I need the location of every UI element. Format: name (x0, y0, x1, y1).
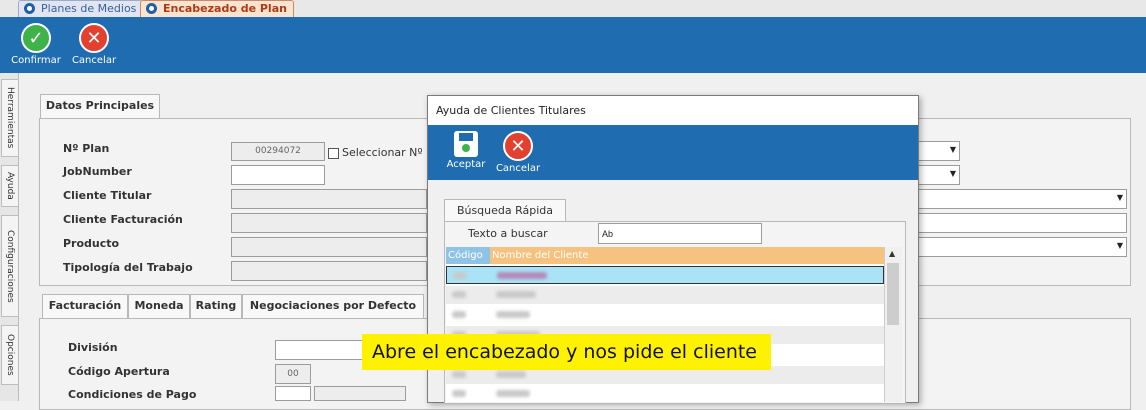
cliente-titular-label: Cliente Titular (63, 189, 152, 202)
producto-field[interactable] (231, 237, 427, 257)
cliente-facturacion-field[interactable] (231, 213, 427, 233)
redacted-code (452, 311, 466, 318)
cliente-titular-dropdown[interactable]: ▼ (916, 189, 1127, 209)
tab-moneda[interactable]: Moneda (128, 294, 190, 319)
dialog-title: Ayuda de Clientes Titulares (428, 96, 918, 125)
checkbox-box (328, 147, 339, 159)
jobnumber-label: JobNumber (63, 165, 132, 178)
close-icon: ✕ (79, 23, 109, 53)
cliente-titular-field[interactable] (231, 189, 427, 209)
side-tab-configuraciones[interactable]: Configuraciones (1, 215, 19, 317)
table-row[interactable] (446, 306, 884, 324)
producto-label: Producto (63, 237, 120, 250)
tab-planes-de-medios[interactable]: Planes de Medios (18, 0, 144, 17)
tab-rating[interactable]: Rating (190, 294, 242, 319)
dropdown-2[interactable]: ▼ (916, 165, 960, 185)
side-tab-opciones[interactable]: Opciones (1, 325, 19, 385)
side-tab-herramientas[interactable]: Herramientas (1, 79, 19, 157)
clients-grid: Código Nombre del Cliente (446, 247, 884, 402)
redacted-code (452, 390, 466, 397)
table-row[interactable] (446, 386, 884, 402)
dialog-toolbar: Aceptar ✕ Cancelar (428, 125, 918, 180)
accept-label: Aceptar (446, 159, 486, 170)
accept-button[interactable]: Aceptar (444, 131, 488, 170)
chevron-down-icon: ▼ (949, 169, 956, 178)
cancel-button[interactable]: ✕ Cancelar (70, 23, 118, 66)
tab-facturacion[interactable]: Facturación (42, 294, 128, 319)
chevron-down-icon: ▼ (1116, 241, 1123, 250)
tipologia-label: Tipología del Trabajo (63, 261, 193, 274)
codigo-apertura-field[interactable]: 00 (275, 364, 311, 384)
grid-scrollbar[interactable]: ▲ (884, 247, 902, 402)
chevron-down-icon: ▼ (949, 145, 956, 154)
dropdown-1[interactable]: ▼ (916, 141, 960, 161)
tab-label: Encabezado de Plan (163, 2, 287, 15)
search-input[interactable] (598, 223, 762, 244)
dialog-cancel-label: Cancelar (495, 163, 541, 174)
cliente-facturacion-label: Cliente Facturación (63, 213, 183, 226)
main-toolbar: ✓ Confirmar ✕ Cancelar (0, 17, 1146, 73)
check-icon: ✓ (21, 23, 51, 53)
side-tab-strip: Herramientas Ayuda Configuraciones Opcio… (0, 73, 19, 401)
redacted-name (496, 311, 530, 318)
division-label: División (68, 341, 118, 354)
redacted-name (497, 272, 547, 279)
table-row[interactable] (446, 286, 884, 304)
condiciones-pago-label: Condiciones de Pago (68, 388, 197, 401)
jobnumber-field[interactable] (231, 165, 325, 185)
redacted-name (496, 390, 530, 397)
tipologia-field[interactable] (231, 261, 427, 281)
producto-dropdown[interactable]: ▼ (916, 237, 1127, 257)
table-row-selected[interactable] (446, 266, 884, 284)
confirm-button[interactable]: ✓ Confirmar (10, 23, 62, 66)
tab-negociaciones[interactable]: Negociaciones por Defecto (242, 294, 424, 319)
select-plan-label: Seleccionar Nº (342, 146, 423, 159)
tab-busqueda-rapida[interactable]: Búsqueda Rápida (444, 199, 566, 222)
tab-datos-principales[interactable]: Datos Principales (40, 94, 160, 119)
plan-number-field[interactable]: 00294072 (231, 142, 325, 161)
scrollbar-thumb[interactable] (887, 263, 899, 325)
col-code-header[interactable]: Código (446, 247, 490, 264)
document-tab-bar: Planes de Medios Encabezado de Plan (0, 0, 1146, 17)
chevron-down-icon: ▼ (1116, 193, 1123, 202)
redacted-code (453, 272, 467, 279)
redacted-name (496, 371, 526, 378)
chevron-up-icon[interactable]: ▲ (889, 249, 895, 258)
close-icon: ✕ (503, 131, 533, 161)
confirm-label: Confirmar (11, 55, 61, 66)
tutorial-caption: Abre el encabezado y nos pide el cliente (362, 334, 771, 370)
redacted-code (452, 371, 466, 378)
select-plan-checkbox[interactable]: Seleccionar Nº (328, 146, 423, 159)
cancel-label: Cancelar (71, 55, 117, 66)
redacted-name (496, 291, 536, 298)
col-name-header[interactable]: Nombre del Cliente (490, 247, 884, 264)
plan-icon (146, 3, 157, 14)
condiciones-pago-code-field[interactable] (275, 386, 311, 401)
tab-label: Planes de Medios (41, 2, 137, 15)
cliente-facturacion-input[interactable] (916, 213, 1127, 233)
codigo-apertura-label: Código Apertura (68, 365, 170, 378)
side-tab-ayuda[interactable]: Ayuda (1, 165, 19, 207)
search-label: Texto a buscar (468, 227, 548, 240)
tab-encabezado-de-plan[interactable]: Encabezado de Plan (140, 0, 294, 17)
plan-label: Nº Plan (63, 142, 110, 155)
condiciones-pago-desc-field[interactable] (314, 386, 406, 401)
redacted-code (452, 291, 466, 298)
plan-icon (24, 3, 35, 14)
dialog-cancel-button[interactable]: ✕ Cancelar (494, 131, 542, 174)
save-icon (454, 131, 478, 157)
